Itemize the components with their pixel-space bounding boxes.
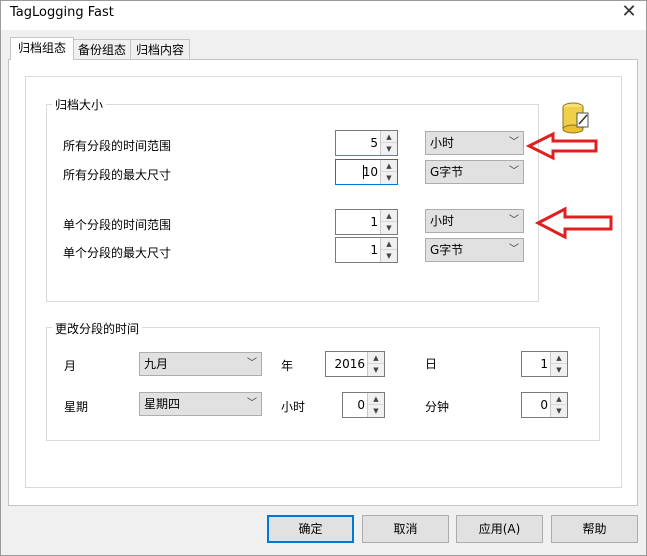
all-time-unit-select[interactable]: 小时 ﹀: [425, 131, 524, 155]
single-time-unit-value: 小时: [430, 214, 455, 228]
spin-down-icon[interactable]: ▼: [381, 222, 397, 234]
spin-up-icon[interactable]: ▲: [551, 393, 567, 405]
close-icon[interactable]: ✕: [618, 0, 640, 24]
all-max-size-unit-select[interactable]: G字节 ﹀: [425, 160, 524, 184]
spin-up-icon[interactable]: ▲: [381, 160, 397, 172]
spin-down-icon[interactable]: ▼: [381, 143, 397, 155]
month-label: 月: [64, 359, 77, 373]
spin-up-icon[interactable]: ▲: [381, 210, 397, 222]
all-time-unit-value: 小时: [430, 136, 455, 150]
chevron-down-icon: ﹀: [509, 244, 519, 255]
single-time-range-label: 单个分段的时间范围: [63, 218, 172, 232]
ok-button[interactable]: 确定: [267, 515, 354, 543]
cancel-button[interactable]: 取消: [362, 515, 449, 543]
spin-down-icon[interactable]: ▼: [368, 364, 384, 376]
all-max-size-unit-value: G字节: [430, 165, 464, 179]
database-icon: [562, 102, 589, 134]
year-value[interactable]: 2016: [334, 352, 365, 376]
minute-spinner[interactable]: 0 ▲ ▼: [521, 392, 568, 418]
chevron-down-icon: ﹀: [247, 398, 257, 409]
spin-down-icon[interactable]: ▼: [381, 250, 397, 262]
spin-down-icon[interactable]: ▼: [551, 405, 567, 417]
year-label: 年: [281, 359, 294, 373]
single-max-size-spinner[interactable]: 1 ▲ ▼: [335, 237, 398, 263]
chevron-down-icon: ﹀: [509, 137, 519, 148]
weekday-value: 星期四: [144, 397, 181, 411]
all-time-range-value[interactable]: 5: [370, 131, 378, 155]
all-max-size-spinner[interactable]: 10 ▲ ▼: [335, 159, 398, 185]
hour-spinner[interactable]: 0 ▲ ▼: [342, 392, 385, 418]
weekday-select[interactable]: 星期四 ﹀: [139, 392, 262, 416]
red-arrow-icon: [526, 131, 598, 161]
single-max-size-unit-value: G字节: [430, 243, 464, 257]
year-spinner[interactable]: 2016 ▲ ▼: [325, 351, 385, 377]
single-time-unit-select[interactable]: 小时 ﹀: [425, 209, 524, 233]
day-spinner[interactable]: 1 ▲ ▼: [521, 351, 568, 377]
apply-button[interactable]: 应用(A): [456, 515, 543, 543]
minute-value[interactable]: 0: [540, 393, 548, 417]
tab-archive-content[interactable]: 归档内容: [130, 39, 190, 60]
spin-down-icon[interactable]: ▼: [381, 172, 397, 184]
all-time-range-label: 所有分段的时间范围: [63, 139, 172, 153]
spin-up-icon[interactable]: ▲: [551, 352, 567, 364]
window-title: TagLogging Fast: [10, 5, 114, 20]
single-max-size-unit-select[interactable]: G字节 ﹀: [425, 238, 524, 262]
single-max-size-label: 单个分段的最大尺寸: [63, 246, 172, 260]
spin-up-icon[interactable]: ▲: [368, 393, 384, 405]
segment-change-title: 更改分段的时间: [52, 320, 143, 337]
spin-up-icon[interactable]: ▲: [381, 238, 397, 250]
day-label: 日: [425, 357, 438, 371]
chevron-down-icon: ﹀: [509, 215, 519, 226]
day-value[interactable]: 1: [540, 352, 548, 376]
archive-size-title: 归档大小: [52, 96, 107, 113]
single-time-range-value[interactable]: 1: [370, 210, 378, 234]
all-max-size-value[interactable]: 10: [363, 160, 378, 184]
month-select[interactable]: 九月 ﹀: [139, 352, 262, 376]
tab-archive-config[interactable]: 归档组态: [10, 37, 74, 60]
red-arrow-icon: [535, 206, 613, 240]
segment-change-group: [46, 327, 600, 441]
hour-value[interactable]: 0: [357, 393, 365, 417]
hour-label: 小时: [281, 400, 306, 414]
all-time-range-spinner[interactable]: 5 ▲ ▼: [335, 130, 398, 156]
all-max-size-label: 所有分段的最大尺寸: [63, 168, 172, 182]
help-button[interactable]: 帮助: [551, 515, 638, 543]
tab-backup-config[interactable]: 备份组态: [72, 39, 132, 60]
single-max-size-value[interactable]: 1: [370, 238, 378, 262]
chevron-down-icon: ﹀: [509, 166, 519, 177]
minute-label: 分钟: [425, 400, 450, 414]
spin-down-icon[interactable]: ▼: [551, 364, 567, 376]
single-time-range-spinner[interactable]: 1 ▲ ▼: [335, 209, 398, 235]
spin-up-icon[interactable]: ▲: [368, 352, 384, 364]
spin-up-icon[interactable]: ▲: [381, 131, 397, 143]
spin-down-icon[interactable]: ▼: [368, 405, 384, 417]
weekday-label: 星期: [64, 400, 89, 414]
chevron-down-icon: ﹀: [247, 358, 257, 369]
month-value: 九月: [144, 357, 169, 371]
